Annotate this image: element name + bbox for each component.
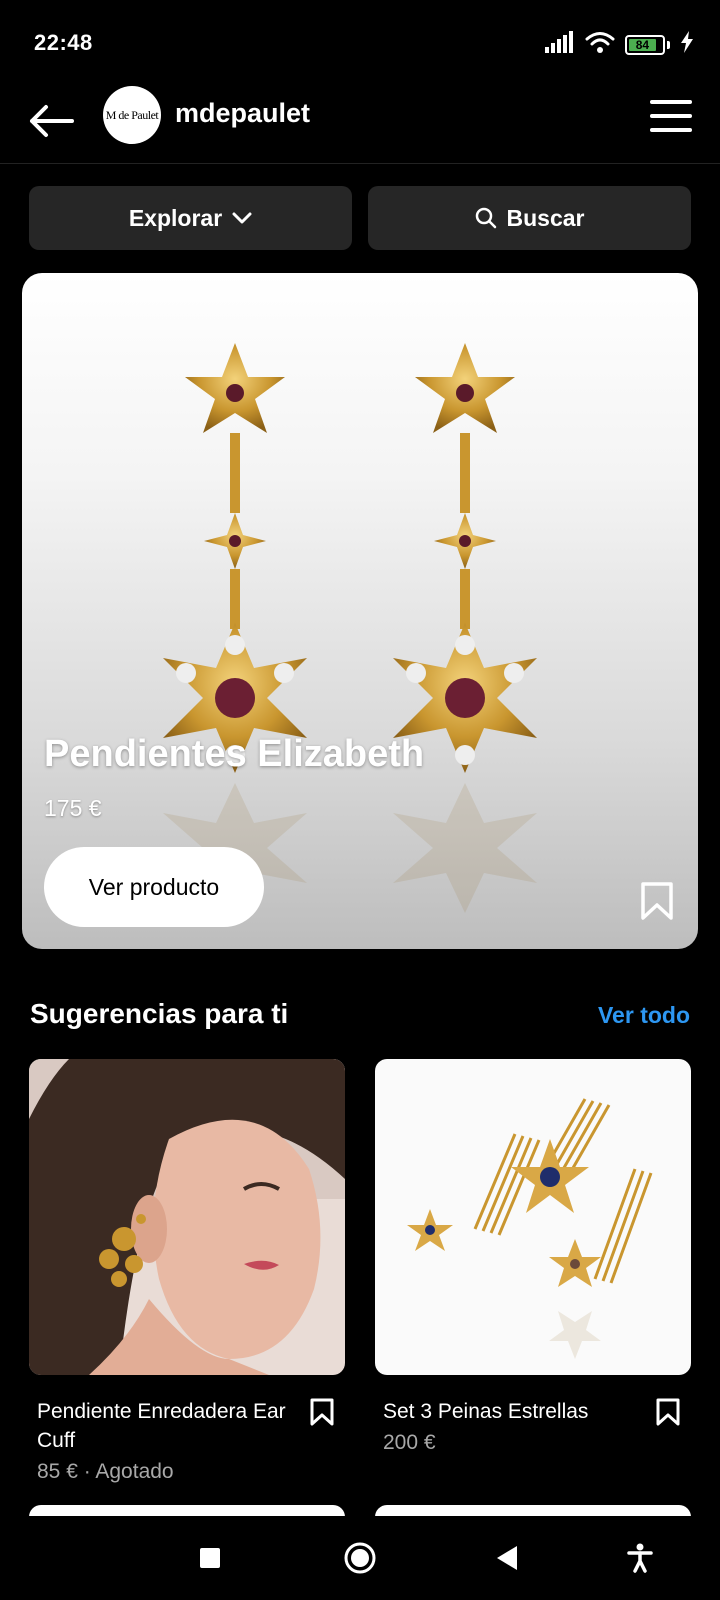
charging-icon bbox=[680, 31, 694, 58]
arrow-left-icon bbox=[30, 105, 74, 137]
save-product-button[interactable] bbox=[655, 1397, 681, 1432]
product-name: Pendiente Enredadera Ear Cuff bbox=[37, 1400, 286, 1452]
product-meta: 200 € bbox=[383, 1431, 436, 1454]
product-card[interactable]: Pendiente Enredadera Ear Cuff 85 € · Ago… bbox=[29, 1059, 345, 1486]
circle-icon bbox=[344, 1542, 376, 1574]
wifi-icon bbox=[585, 30, 615, 59]
action-row: Explorar Buscar bbox=[29, 186, 691, 250]
status-icons: 84 bbox=[545, 30, 694, 59]
avatar-logo-text: M de Paulet bbox=[105, 107, 159, 122]
search-button[interactable]: Buscar bbox=[368, 186, 691, 250]
shop-name[interactable]: mdepaulet bbox=[175, 98, 310, 129]
back-nav-button[interactable] bbox=[487, 1538, 527, 1578]
accessibility-button[interactable] bbox=[620, 1538, 660, 1578]
profile-header: M de Paulet mdepaulet bbox=[0, 86, 720, 164]
home-button[interactable] bbox=[340, 1538, 380, 1578]
shop-avatar[interactable]: M de Paulet bbox=[103, 86, 161, 144]
battery-icon: 84 bbox=[625, 34, 670, 55]
battery-level: 84 bbox=[629, 38, 656, 52]
triangle-back-icon bbox=[497, 1546, 517, 1570]
explore-button[interactable]: Explorar bbox=[29, 186, 352, 250]
product-card[interactable]: Set 3 Peinas Estrellas 200 € bbox=[375, 1059, 691, 1457]
bookmark-icon bbox=[656, 1398, 680, 1426]
bookmark-icon bbox=[310, 1398, 334, 1426]
suggestions-title: Sugerencias para ti bbox=[30, 998, 289, 1029]
product-image bbox=[29, 1059, 345, 1375]
square-icon bbox=[200, 1548, 220, 1568]
back-button[interactable] bbox=[26, 96, 76, 146]
explore-label: Explorar bbox=[128, 204, 223, 231]
status-time: 22:48 bbox=[34, 30, 93, 55]
featured-product-card[interactable]: Pendientes Elizabeth 175 € Ver producto bbox=[22, 273, 698, 949]
chevron-down-icon bbox=[232, 212, 252, 224]
featured-product-title: Pendientes Elizabeth bbox=[44, 733, 425, 775]
save-featured-button[interactable] bbox=[640, 881, 674, 926]
product-name: Set 3 Peinas Estrellas bbox=[383, 1400, 589, 1423]
product-meta: 85 € · Agotado bbox=[37, 1460, 174, 1483]
system-nav-bar bbox=[0, 1516, 720, 1600]
signal-icon bbox=[545, 31, 575, 58]
accessibility-icon bbox=[627, 1543, 653, 1573]
see-all-link[interactable]: Ver todo bbox=[598, 1002, 690, 1029]
search-label: Buscar bbox=[506, 204, 585, 231]
save-product-button[interactable] bbox=[309, 1397, 335, 1432]
recents-button[interactable] bbox=[190, 1538, 230, 1578]
bookmark-icon bbox=[641, 882, 673, 920]
product-image bbox=[375, 1059, 691, 1375]
view-product-button[interactable]: Ver producto bbox=[44, 847, 264, 927]
featured-product-price: 175 € bbox=[44, 795, 102, 821]
menu-button[interactable] bbox=[650, 96, 692, 136]
search-icon bbox=[475, 207, 496, 229]
status-bar: 22:48 84 bbox=[0, 0, 720, 86]
